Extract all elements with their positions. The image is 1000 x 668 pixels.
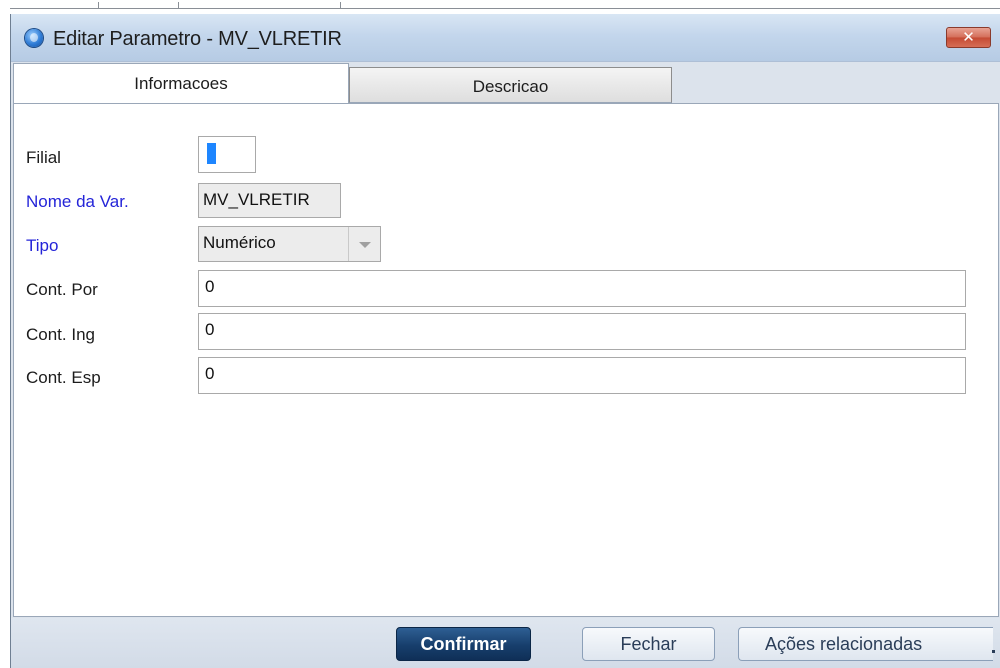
background-strip [0, 0, 1000, 14]
app-globe-icon [25, 29, 43, 47]
divider [10, 8, 1000, 9]
dropdown-indicator-icon [992, 650, 995, 653]
filial-input[interactable] [198, 136, 256, 173]
cont-esp-label: Cont. Esp [26, 368, 101, 387]
tab-descricao[interactable]: Descricao [349, 67, 672, 103]
filial-label: Filial [26, 148, 61, 167]
tipo-select[interactable]: Numérico [198, 226, 381, 262]
divider-tick [178, 2, 179, 9]
button-bar: Confirmar Fechar Ações relacionadas [11, 618, 1000, 668]
cont-por-input[interactable]: 0 [198, 270, 966, 307]
cont-por-label: Cont. Por [26, 280, 98, 299]
cont-ing-input[interactable]: 0 [198, 313, 966, 350]
cont-esp-input[interactable]: 0 [198, 357, 966, 394]
nome-var-field: MV_VLRETIR [198, 183, 341, 218]
edit-parameter-dialog: Editar Parametro - MV_VLRETIR ✕ Informac… [10, 14, 1000, 668]
title-bar[interactable]: Editar Parametro - MV_VLRETIR ✕ [11, 14, 1000, 62]
form-panel: Filial Nome da Var. MV_VLRETIR Tipo Numé… [13, 103, 999, 617]
text-cursor [207, 143, 216, 164]
chevron-down-icon[interactable] [348, 227, 380, 261]
divider-tick [340, 2, 341, 9]
tab-bar: Informacoes Descricao [13, 63, 999, 103]
close-button[interactable]: Fechar [582, 627, 715, 661]
nome-var-label: Nome da Var. [26, 192, 129, 211]
tipo-label: Tipo [26, 236, 59, 255]
related-actions-button[interactable]: Ações relacionadas [738, 627, 995, 661]
divider-tick [98, 2, 99, 9]
window-title: Editar Parametro - MV_VLRETIR [53, 28, 342, 50]
close-window-button[interactable]: ✕ [946, 27, 991, 48]
cont-ing-label: Cont. Ing [26, 325, 95, 344]
tab-informacoes[interactable]: Informacoes [13, 63, 349, 103]
confirm-button[interactable]: Confirmar [396, 627, 531, 661]
